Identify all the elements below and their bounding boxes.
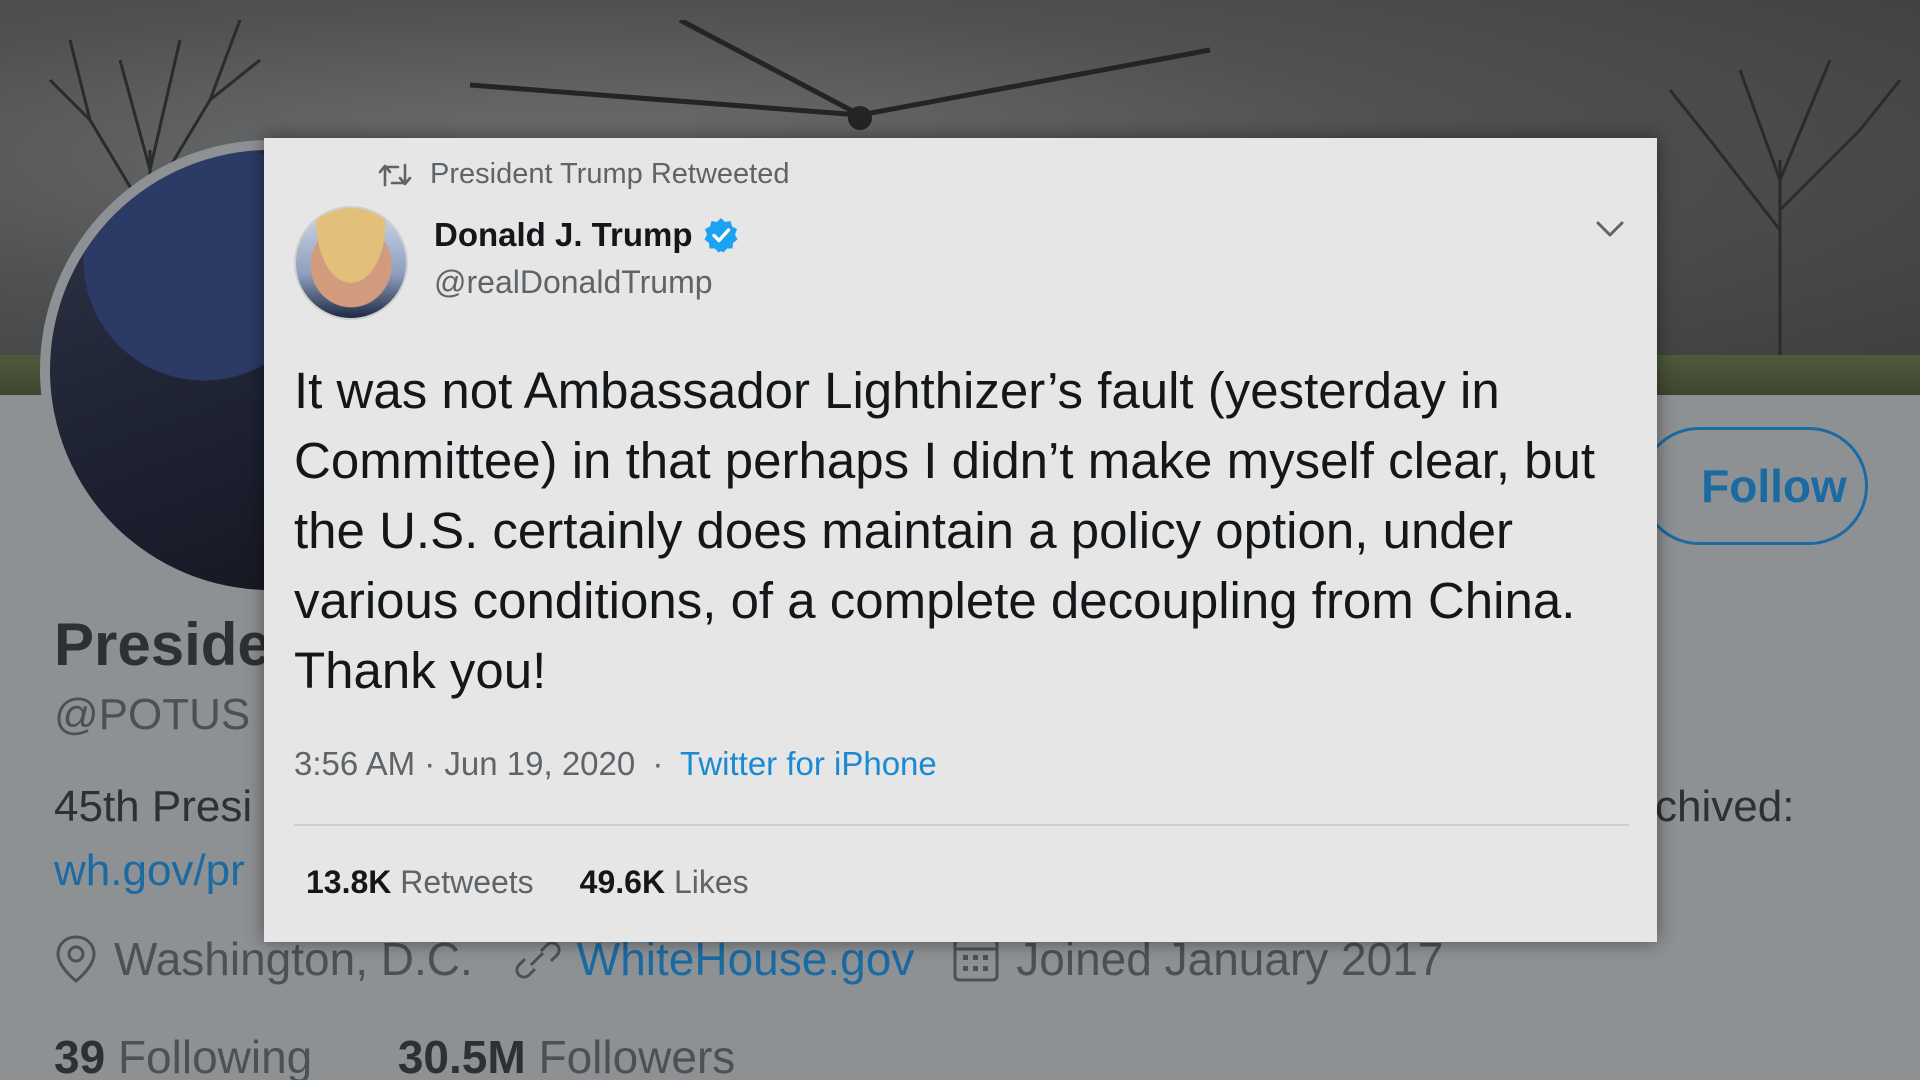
profile-name: Preside: [54, 611, 271, 678]
tweet-text-line: It was not Ambassador Lighthizer’s fault…: [294, 362, 1500, 419]
likes-stat[interactable]: 49.6K Likes: [580, 864, 749, 901]
retweet-context-text: President Trump Retweeted: [430, 158, 790, 190]
retweet-context: President Trump Retweeted: [378, 158, 789, 191]
verified-badge-icon: [704, 218, 738, 253]
author-name: Donald J. Trump: [434, 216, 693, 253]
divider: [294, 824, 1629, 826]
meta-separator: ·: [652, 745, 664, 782]
author-name-row[interactable]: Donald J. Trump: [434, 216, 739, 254]
followers-count: 30.5M: [397, 1031, 526, 1080]
tweet-timestamp[interactable]: 3:56 AM · Jun 19, 2020: [294, 745, 635, 782]
author-handle[interactable]: @realDonaldTrump: [434, 264, 713, 301]
follow-button[interactable]: Follow: [1640, 427, 1868, 545]
likes-label: Likes: [673, 864, 749, 900]
chevron-down-icon[interactable]: [1594, 218, 1626, 240]
follow-button-label: Follow: [1701, 460, 1847, 512]
following-count: 39: [54, 1031, 106, 1080]
likes-count: 49.6K: [579, 864, 666, 900]
following-label: Following: [117, 1031, 313, 1080]
tweet-text-line: the U.S. certainly does maintain a polic…: [294, 502, 1514, 559]
followers-link[interactable]: 30.5M Followers: [398, 1031, 735, 1080]
link-icon: [515, 941, 561, 979]
retweets-label: Retweets: [400, 864, 534, 900]
tweet-stats: 13.8K Retweets 49.6K Likes: [306, 864, 749, 901]
screen: Follow Preside @POTUS 45th Presi chived:…: [0, 0, 1920, 1080]
tweet-meta: 3:56 AM · Jun 19, 2020 · Twitter for iPh…: [294, 745, 937, 783]
banner-tree-right: [1668, 59, 1902, 380]
tweet-card[interactable]: President Trump Retweeted Donald J. Trum…: [264, 138, 1657, 942]
retweets-stat[interactable]: 13.8K Retweets: [306, 864, 534, 901]
calendar-icon: [953, 938, 999, 982]
profile-bio: 45th Presi: [54, 782, 253, 831]
tweet-text: It was not Ambassador Lighthizer’s fault…: [294, 356, 1634, 706]
location-icon: [56, 935, 96, 983]
tweet-text-line: Thank you!: [294, 642, 547, 699]
following-link[interactable]: 39 Following: [54, 1031, 325, 1080]
tweet-text-line: various conditions, of a complete decoup…: [294, 572, 1576, 629]
profile-bio-link[interactable]: wh.gov/pr: [54, 846, 245, 896]
retweets-count: 13.8K: [306, 864, 392, 900]
profile-handle: @POTUS: [54, 690, 251, 739]
author-avatar[interactable]: [294, 206, 408, 320]
tweet-text-line: Committee) in that perhaps I didn’t make…: [294, 432, 1596, 489]
retweet-icon: [378, 163, 412, 186]
followers-label: Followers: [538, 1031, 736, 1080]
tweet-source[interactable]: Twitter for iPhone: [680, 745, 937, 782]
profile-stats: 39 Following 30.5M Followers: [54, 1030, 735, 1080]
profile-bio-right: chived:: [1655, 782, 1795, 831]
